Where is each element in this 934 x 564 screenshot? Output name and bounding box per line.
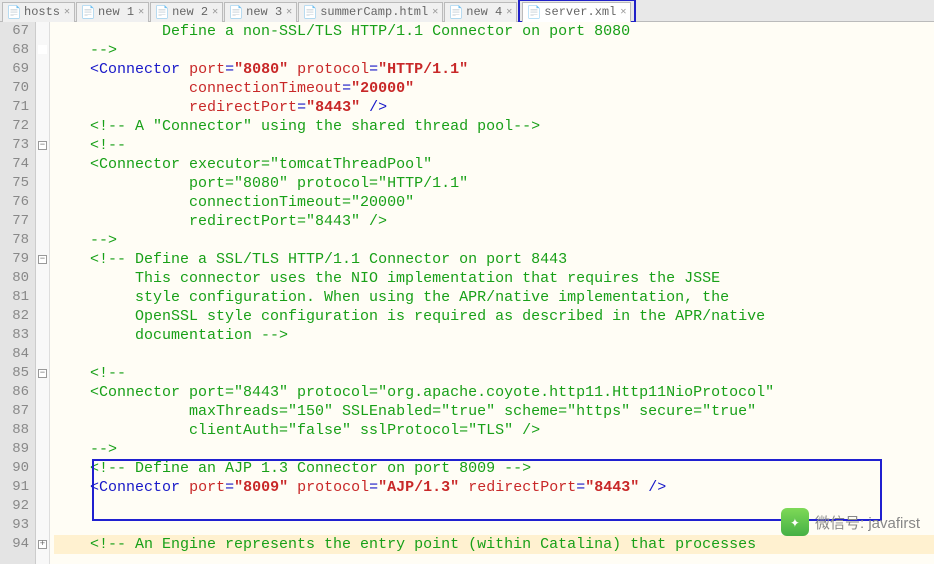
tab-label: new 3 xyxy=(246,5,282,19)
tab-new4[interactable]: 📄 new 4 ✕ xyxy=(444,2,517,22)
tab-summercamp[interactable]: 📄 summerCamp.html ✕ xyxy=(298,2,443,22)
file-icon: 📄 xyxy=(303,5,317,19)
close-icon[interactable]: ✕ xyxy=(620,6,626,18)
tab-new3[interactable]: 📄 new 3 ✕ xyxy=(224,2,297,22)
tab-bar: 📄 hosts ✕ 📄 new 1 ✕ 📄 new 2 ✕ 📄 new 3 ✕ … xyxy=(0,0,934,22)
tab-new1[interactable]: 📄 new 1 ✕ xyxy=(76,2,149,22)
tab-label: new 1 xyxy=(98,5,134,19)
tab-label: new 2 xyxy=(172,5,208,19)
close-icon[interactable]: ✕ xyxy=(212,6,218,18)
close-icon[interactable]: ✕ xyxy=(286,6,292,18)
close-icon[interactable]: ✕ xyxy=(64,6,70,18)
file-icon: 📄 xyxy=(527,5,541,19)
file-icon: 📄 xyxy=(155,5,169,19)
tab-server-xml[interactable]: 📄 server.xml ✕ xyxy=(522,2,631,22)
tab-label: server.xml xyxy=(544,5,616,19)
fold-column: −−−+ xyxy=(36,22,50,564)
file-icon: 📄 xyxy=(7,5,21,19)
tab-label: hosts xyxy=(24,5,60,19)
line-gutter: 6768697071727374757677787980818283848586… xyxy=(0,22,36,564)
close-icon[interactable]: ✕ xyxy=(432,6,438,18)
file-icon: 📄 xyxy=(449,5,463,19)
tab-new2[interactable]: 📄 new 2 ✕ xyxy=(150,2,223,22)
file-icon: 📄 xyxy=(229,5,243,19)
tab-label: summerCamp.html xyxy=(320,5,428,19)
code-area[interactable]: Define a non-SSL/TLS HTTP/1.1 Connector … xyxy=(50,22,934,564)
editor-area: 6768697071727374757677787980818283848586… xyxy=(0,22,934,564)
watermark-text: 微信号: javafirst xyxy=(815,512,920,533)
file-icon: 📄 xyxy=(81,5,95,19)
tab-label: new 4 xyxy=(466,5,502,19)
tab-server-highlight: 📄 server.xml ✕ xyxy=(518,0,636,23)
close-icon[interactable]: ✕ xyxy=(138,6,144,18)
watermark: ✦ 微信号: javafirst xyxy=(781,508,920,536)
wechat-icon: ✦ xyxy=(781,508,809,536)
close-icon[interactable]: ✕ xyxy=(506,6,512,18)
tab-hosts[interactable]: 📄 hosts ✕ xyxy=(2,2,75,22)
